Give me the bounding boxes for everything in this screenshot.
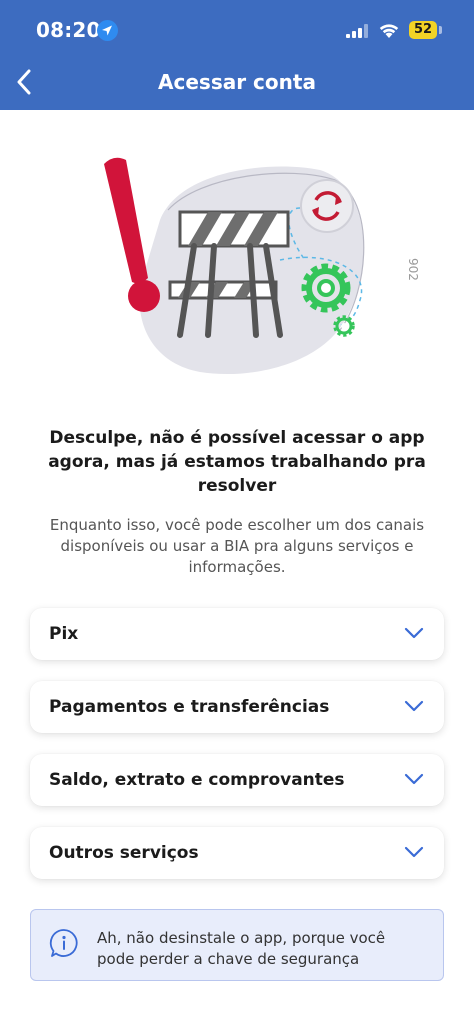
location-arrow-icon <box>97 20 118 41</box>
small-gear-icon <box>333 315 355 337</box>
large-gear-icon <box>301 263 351 313</box>
info-notice: Ah, não desinstale o app, porque você po… <box>30 909 444 981</box>
alert-exclamation-icon <box>104 157 160 312</box>
chevron-down-icon <box>404 773 424 785</box>
chevron-down-icon <box>404 700 424 712</box>
channel-payments-transfers[interactable]: Pagamentos e transferências <box>30 681 444 733</box>
bottom-area <box>0 981 474 1024</box>
error-subtext: Enquanto isso, você pode escolher um dos… <box>49 516 425 576</box>
illustration-code: 902 <box>406 258 420 281</box>
page-title: Acessar conta <box>158 70 316 94</box>
error-headline: Desculpe, não é possível acessar o app a… <box>48 428 426 496</box>
channel-label: Pagamentos e transferências <box>49 697 330 717</box>
info-chat-icon <box>49 929 78 957</box>
cellular-signal-icon <box>346 24 368 38</box>
top-header: 08:20 52 Acessar conta <box>0 0 474 110</box>
channel-label: Saldo, extrato e comprovantes <box>49 770 345 790</box>
channel-balance-statements[interactable]: Saldo, extrato e comprovantes <box>30 754 444 806</box>
channel-label: Pix <box>49 624 79 644</box>
chevron-down-icon <box>404 627 424 639</box>
channel-other-services[interactable]: Outros serviços <box>30 827 444 879</box>
refresh-icon <box>300 179 354 233</box>
battery-indicator: 52 <box>409 21 437 39</box>
chevron-down-icon <box>404 846 424 858</box>
wifi-icon <box>379 24 399 38</box>
battery-tip <box>439 26 442 34</box>
channel-pix[interactable]: Pix <box>30 608 444 660</box>
info-text: Ah, não desinstale o app, porque você po… <box>97 929 386 968</box>
status-time: 08:20 <box>36 18 101 42</box>
channel-label: Outros serviços <box>49 843 199 863</box>
maintenance-illustration <box>104 157 365 375</box>
